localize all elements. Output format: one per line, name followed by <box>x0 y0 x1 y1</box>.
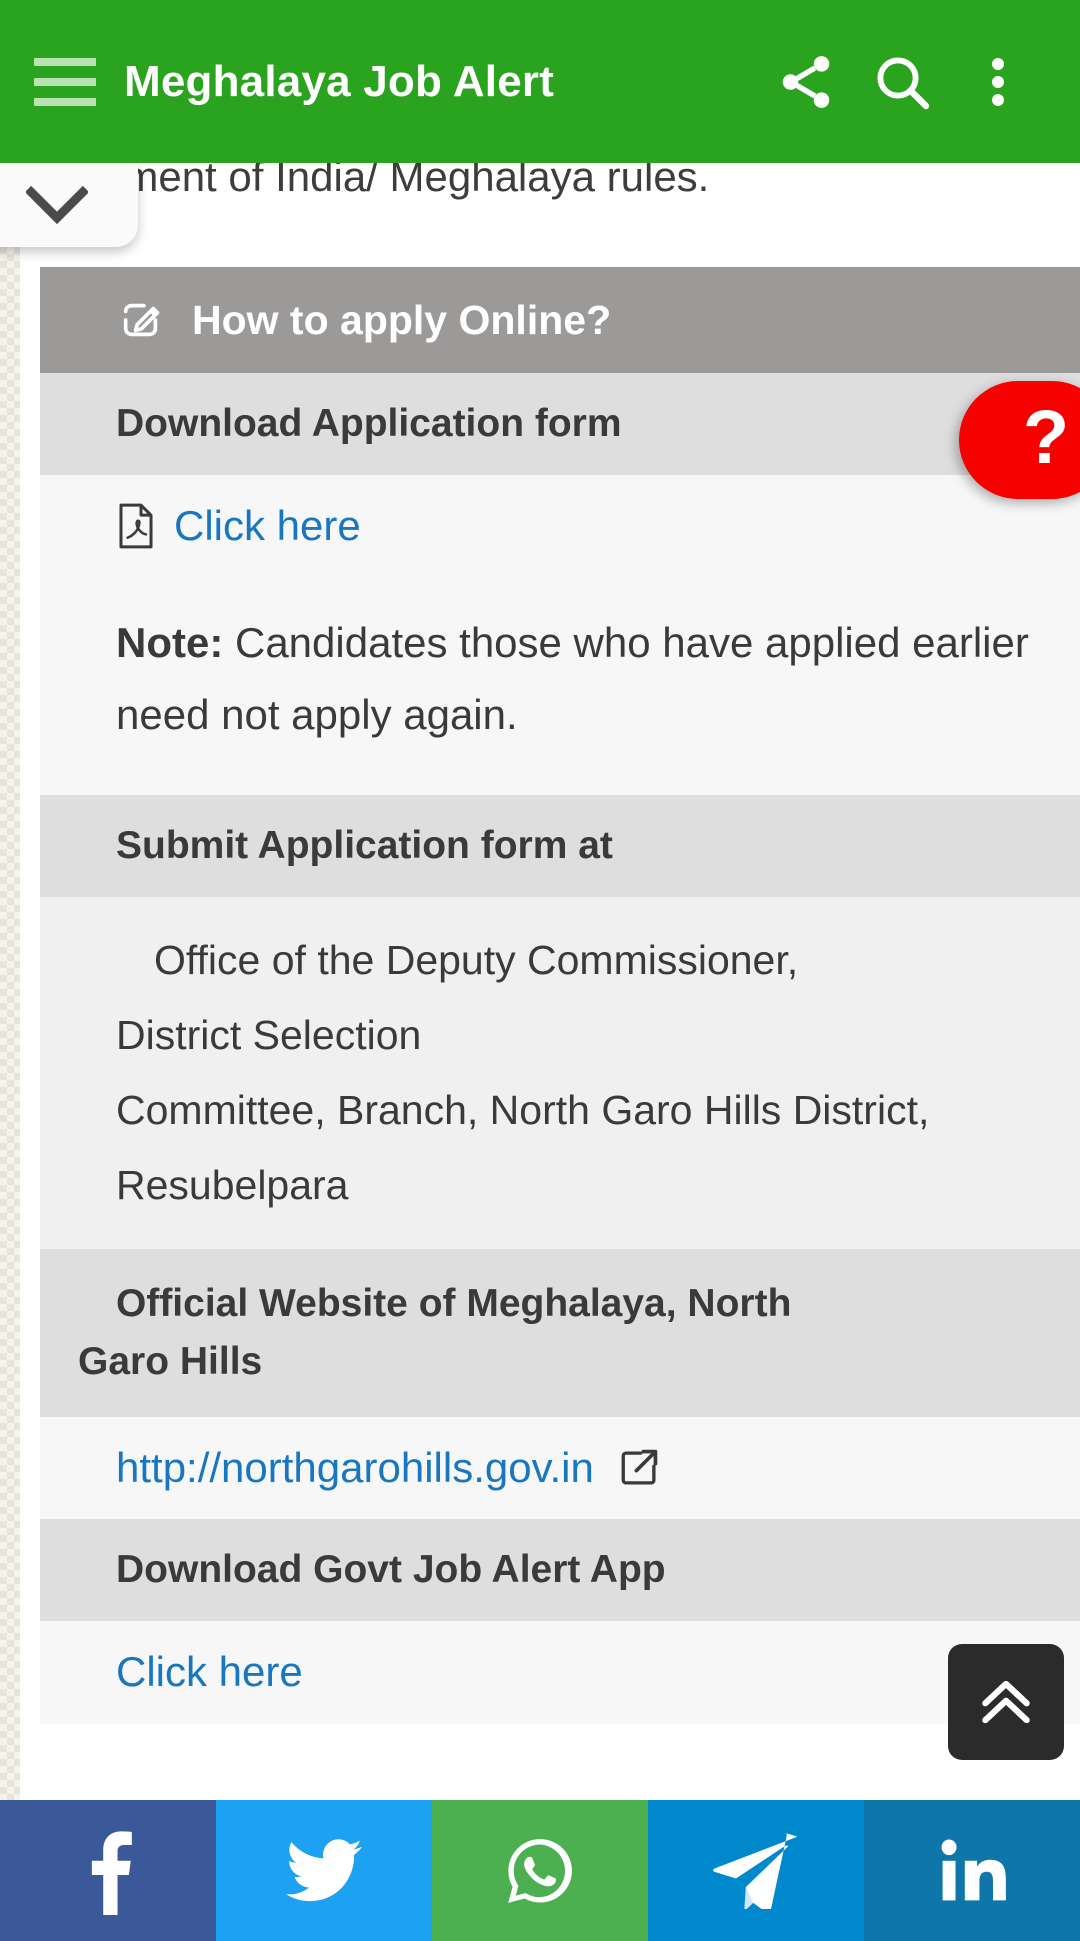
row-label-official-website: Official Website of Meghalaya, North Gar… <box>40 1249 1080 1417</box>
share-button[interactable] <box>758 34 854 130</box>
app-title: Meghalaya Job Alert <box>124 56 555 106</box>
twitter-bird-icon <box>286 1838 362 1901</box>
scroll-to-top-button[interactable] <box>948 1644 1064 1760</box>
section-header-how-to-apply: How to apply Online? <box>40 267 1080 373</box>
share-telegram-button[interactable] <box>648 1800 864 1941</box>
double-chevron-up-icon <box>982 1680 1030 1724</box>
edit-pencil-square-icon <box>123 303 160 337</box>
download-app-click-here-link[interactable]: Click here <box>116 1648 303 1695</box>
pdf-file-icon <box>119 503 153 549</box>
row-body-official-website: http://northgarohills.gov.in <box>40 1417 1080 1519</box>
search-icon <box>877 56 930 109</box>
chevron-down-icon <box>26 185 88 225</box>
note-prefix: Note: <box>116 619 224 666</box>
address-line: Resubelpara <box>116 1162 349 1208</box>
telegram-paper-plane-icon <box>713 1832 798 1909</box>
address-line: District Selection <box>116 1012 422 1058</box>
official-website-label-line1: Official Website of Meghalaya, North <box>116 1282 792 1325</box>
share-linkedin-button[interactable] <box>864 1800 1080 1941</box>
official-website-url-link[interactable]: http://northgarohills.gov.in <box>116 1439 594 1497</box>
whatsapp-icon <box>508 1838 572 1903</box>
row-body-download-app: Click here <box>40 1621 1080 1724</box>
share-whatsapp-button[interactable] <box>432 1800 648 1941</box>
share-facebook-button[interactable] <box>0 1800 216 1941</box>
hamburger-line <box>34 97 96 106</box>
address-line: Committee, Branch, North Garo Hills Dist… <box>116 1087 930 1133</box>
article-sheet: nment of India/ Meghalaya rules. How to … <box>20 163 1080 1941</box>
help-question-mark-icon: ? <box>1022 395 1070 480</box>
address-line: Office of the Deputy Commissioner, <box>154 937 799 983</box>
collapse-toggle-button[interactable] <box>0 163 138 247</box>
more-vertical-icon <box>992 57 1004 106</box>
row-label-download-app: Download Govt Job Alert App <box>40 1519 1080 1621</box>
official-website-link-row[interactable]: http://northgarohills.gov.in <box>116 1439 1060 1497</box>
search-button[interactable] <box>854 34 950 130</box>
section-header-label: How to apply Online? <box>192 296 612 343</box>
job-details-table: How to apply Online? Download Applicatio… <box>40 267 1080 1724</box>
hamburger-line <box>34 57 96 66</box>
download-form-link-row[interactable]: Click here <box>116 497 1060 555</box>
row-label-submit-at: Submit Application form at <box>40 795 1080 897</box>
facebook-icon <box>91 1830 132 1915</box>
note-block: Note: Candidates those who have applied … <box>40 577 1080 795</box>
linkedin-icon <box>941 1839 1006 1900</box>
submit-address-block: Office of the Deputy Commissioner, Distr… <box>40 897 1080 1249</box>
share-icon <box>782 55 830 108</box>
hamburger-menu-icon[interactable] <box>34 57 96 106</box>
official-website-label-line2: Garo Hills <box>78 1340 263 1383</box>
note-text: Candidates those who have applied earlie… <box>116 619 1029 738</box>
download-form-click-here-link[interactable]: Click here <box>174 497 361 555</box>
app-bar: Meghalaya Job Alert <box>0 0 1080 163</box>
clipped-paragraph-text: nment of India/ Meghalaya rules. <box>100 163 710 200</box>
social-share-bar <box>0 1800 1080 1941</box>
overflow-menu-button[interactable] <box>950 34 1046 130</box>
share-twitter-button[interactable] <box>216 1800 432 1941</box>
hamburger-line <box>34 77 96 86</box>
help-badge[interactable]: ? <box>959 381 1080 499</box>
external-link-icon <box>621 1449 658 1485</box>
row-body-download-form: Click here <box>40 475 1080 577</box>
row-label-download-form: Download Application form <box>40 373 1080 475</box>
